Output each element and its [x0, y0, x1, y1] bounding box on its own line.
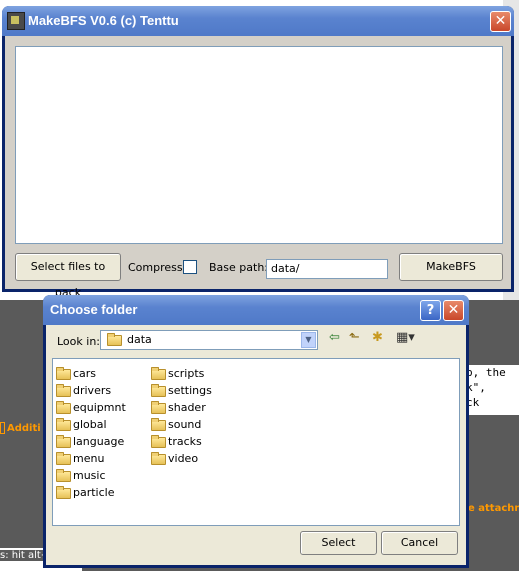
folder-icon [151, 434, 166, 448]
folder-column: cars drivers equipmnt global language me… [56, 365, 126, 501]
folder-name: video [168, 452, 199, 465]
folder-icon [151, 417, 166, 431]
app-icon [7, 12, 25, 30]
dialog-title-bar[interactable]: Choose folder ? ✕ [43, 295, 469, 325]
folder-icon [56, 434, 71, 448]
files-listbox[interactable] [15, 46, 503, 244]
folder-name: scripts [168, 367, 205, 380]
background-code-line: k", [466, 381, 486, 394]
folder-icon [56, 417, 71, 431]
title-bar[interactable]: MakeBFS V0.6 (c) Tenttu ✕ [2, 6, 514, 36]
folder-icon [151, 366, 166, 380]
view-menu-icon[interactable]: ▦▾ [396, 331, 415, 345]
folder-icon [56, 468, 71, 482]
select-files-button[interactable]: Select files to pack [15, 253, 121, 299]
folder-icon [56, 366, 71, 380]
makebfs-window: MakeBFS V0.6 (c) Tenttu ✕ Select files t… [2, 6, 514, 299]
list-item[interactable]: drivers [56, 382, 126, 399]
folder-icon [107, 333, 122, 346]
folder-name: shader [168, 401, 206, 414]
look-in-value: data [127, 333, 152, 346]
folder-icon [151, 400, 166, 414]
look-in-label: Look in: [57, 335, 100, 348]
chevron-down-icon[interactable]: ▼ [301, 332, 316, 348]
window-title: MakeBFS V0.6 (c) Tenttu [28, 13, 179, 28]
back-arrow-icon[interactable]: ⇦ [329, 331, 340, 345]
folder-icon [56, 451, 71, 465]
bracket-icon [0, 422, 5, 434]
folder-name: equipmnt [73, 401, 126, 414]
folder-icon [151, 383, 166, 397]
list-item[interactable]: particle [56, 484, 126, 501]
folder-list[interactable]: cars drivers equipmnt global language me… [52, 358, 460, 526]
list-item[interactable]: language [56, 433, 126, 450]
list-item[interactable]: music [56, 467, 126, 484]
list-item[interactable]: menu [56, 450, 126, 467]
folder-name: settings [168, 384, 212, 397]
select-button[interactable]: Select [300, 531, 377, 555]
folder-name: tracks [168, 435, 202, 448]
folder-column: scripts settings shader sound tracks vid… [151, 365, 212, 467]
background-attach-text: e attachn [468, 503, 519, 514]
compress-checkbox[interactable] [183, 260, 197, 274]
list-item[interactable]: global [56, 416, 126, 433]
folder-name: global [73, 418, 107, 431]
list-item[interactable]: scripts [151, 365, 212, 382]
window-body: Select files to pack Compress Base path:… [5, 36, 511, 299]
folder-name: menu [73, 452, 105, 465]
dialog-body: Look in: data ▼ ⇦ ⬑ ✱ ▦▾ cars drivers eq… [46, 325, 466, 565]
folder-name: language [73, 435, 125, 448]
new-folder-icon[interactable]: ✱ [372, 331, 383, 345]
cancel-button[interactable]: Cancel [381, 531, 458, 555]
folder-icon [151, 451, 166, 465]
dialog-close-button[interactable]: ✕ [443, 300, 464, 321]
folder-name: drivers [73, 384, 112, 397]
list-item[interactable]: equipmnt [56, 399, 126, 416]
dialog-title: Choose folder [50, 302, 138, 317]
close-button[interactable]: ✕ [490, 11, 511, 32]
list-item[interactable]: shader [151, 399, 212, 416]
list-item[interactable]: settings [151, 382, 212, 399]
folder-icon [56, 400, 71, 414]
help-button[interactable]: ? [420, 300, 441, 321]
background-code-line: p, the [466, 366, 506, 379]
list-item[interactable]: video [151, 450, 212, 467]
background-additional-link: Additi [0, 422, 41, 434]
folder-icon [56, 485, 71, 499]
compress-label: Compress [128, 261, 183, 274]
makebfs-button[interactable]: MakeBFS [399, 253, 503, 281]
folder-name: cars [73, 367, 97, 380]
folder-name: sound [168, 418, 202, 431]
list-item[interactable]: cars [56, 365, 126, 382]
list-item[interactable]: tracks [151, 433, 212, 450]
base-path-label: Base path: [209, 261, 268, 274]
base-path-input[interactable]: data/ [266, 259, 388, 279]
folder-name: particle [73, 486, 115, 499]
folder-name: music [73, 469, 106, 482]
folder-icon [56, 383, 71, 397]
background-additional-text: Additi [7, 423, 41, 434]
look-in-combobox[interactable]: data ▼ [100, 330, 318, 350]
choose-folder-dialog: Choose folder ? ✕ Look in: data ▼ ⇦ ⬑ ✱ … [43, 295, 469, 568]
list-item[interactable]: sound [151, 416, 212, 433]
up-folder-icon[interactable]: ⬑ [349, 331, 360, 345]
background-code-line: ck [466, 396, 480, 409]
background-code-text: p, the k", ck [462, 365, 519, 415]
